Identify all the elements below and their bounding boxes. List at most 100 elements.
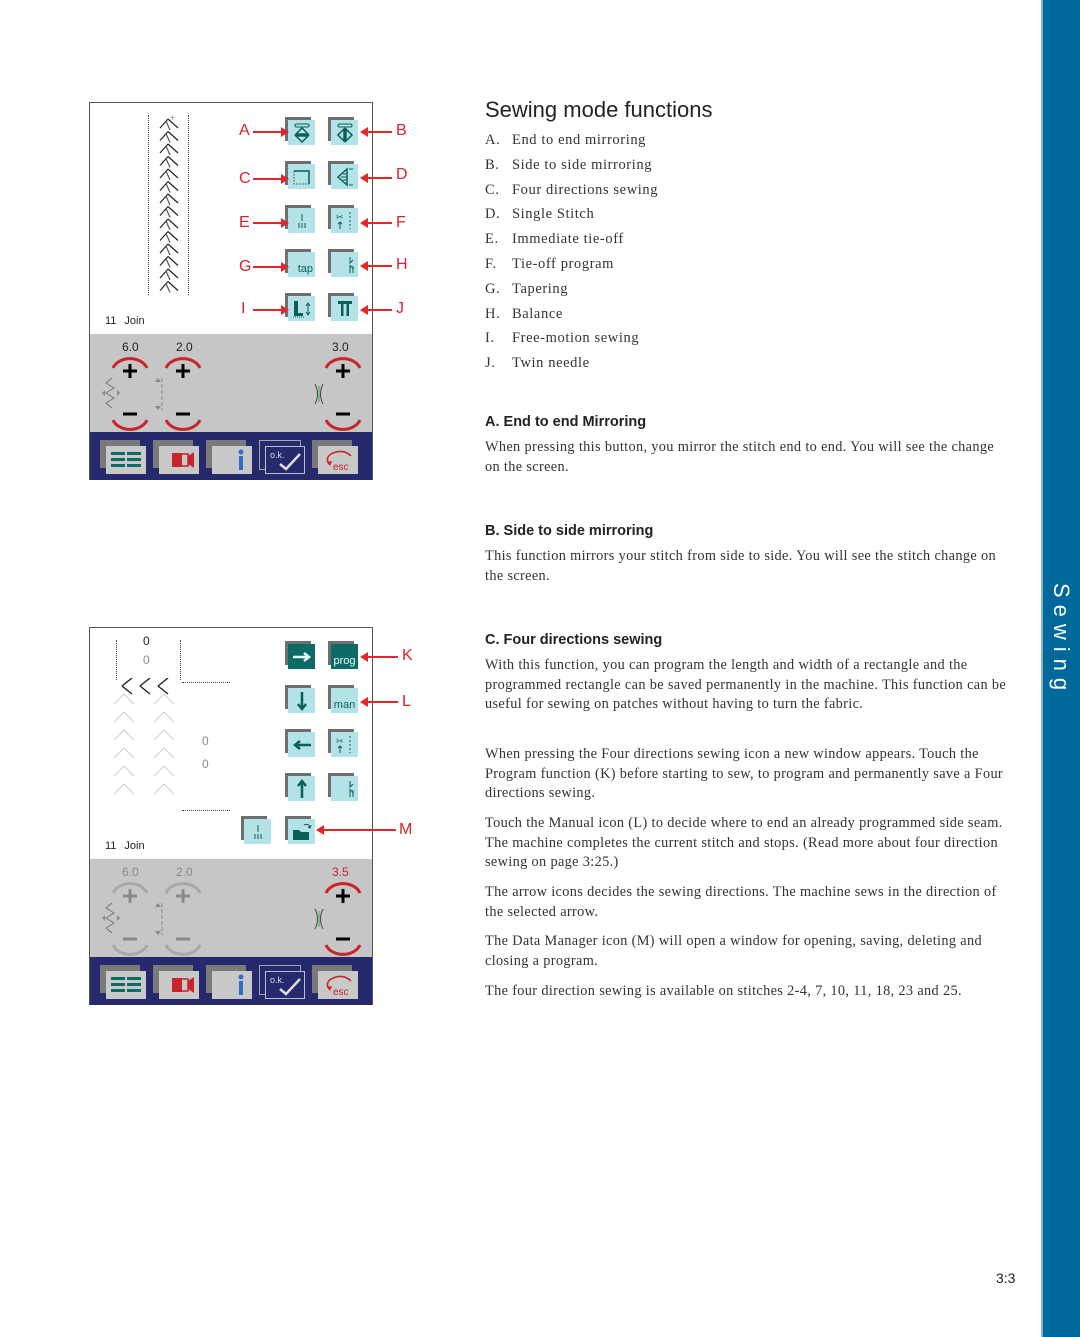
esc-return-icon: esc (326, 450, 352, 472)
side-to-side-mirror-button[interactable] (328, 117, 358, 145)
stitch-segment (167, 206, 179, 216)
section-paragraph: With this function, you can program the … (485, 657, 1007, 713)
bottom-toolbar: o.k. esc (90, 957, 372, 1005)
callout-j: J (396, 300, 404, 317)
arrow-down-button[interactable] (285, 685, 315, 713)
single-stitch-button[interactable] (328, 161, 358, 189)
callout-arrow (360, 305, 392, 315)
four-directions-screen: 0 0 0 0 11 Join prog man ✂ 6.0 2.0 3.5 o… (89, 627, 373, 1005)
stitch-segment (167, 243, 179, 254)
stitch-segment (165, 283, 171, 293)
stitch-segment (113, 729, 125, 741)
length-counter-programmed: 0 (143, 653, 150, 667)
arrow-left-button[interactable] (285, 729, 315, 757)
ok-button[interactable]: o.k. (259, 440, 305, 474)
free-motion-button[interactable] (285, 293, 315, 321)
stitch-menu-button[interactable] (100, 965, 146, 999)
chapter-label: Sewing (1049, 583, 1074, 698)
ok-button[interactable]: o.k. (259, 965, 305, 999)
data-manager-button[interactable] (285, 816, 315, 844)
exit-button[interactable] (153, 440, 199, 474)
info-button[interactable] (206, 440, 252, 474)
stitch-name: 11 Join (105, 840, 145, 852)
callout-m: M (399, 821, 413, 838)
stitch-segment (123, 765, 135, 777)
function-item: J. Twin needle (485, 355, 590, 372)
scissors-tie-off-icon: ✂ (336, 211, 350, 229)
frame-line (116, 640, 117, 680)
callout-arrow (253, 174, 289, 184)
callout-i: I (241, 300, 246, 317)
manual-button[interactable]: man (328, 685, 358, 713)
stitch-segment (153, 783, 165, 795)
tapering-button[interactable]: tap (285, 249, 315, 277)
stitch-segment (153, 693, 165, 705)
stitch-width-value: 6.0 (122, 340, 139, 354)
thread-tension-dial[interactable] (323, 879, 363, 959)
stitch-segment (165, 245, 171, 256)
width-counter-programmed: 0 (202, 757, 209, 771)
thread-tension-icon (314, 383, 324, 405)
stitch-length-dial[interactable] (163, 354, 203, 434)
stitch-width-value: 6.0 (122, 865, 139, 879)
function-item: G. Tapering (485, 280, 569, 297)
page-title: Sewing mode functions (485, 97, 713, 122)
arrow-up-button[interactable] (285, 773, 315, 801)
stitch-segment (123, 729, 135, 741)
info-button[interactable] (206, 965, 252, 999)
plus-minus-dial-icon (164, 882, 202, 956)
tie-off-program-button[interactable]: ✂ (328, 205, 358, 233)
stitch-segment (167, 256, 179, 266)
function-list: A. End to end mirroring B. Side to side mi… (485, 130, 658, 378)
end-to-end-mirror-button[interactable] (285, 117, 315, 145)
stitch-segment (163, 693, 175, 705)
callout-d: D (396, 166, 408, 183)
stitch-boundary-right (188, 115, 189, 295)
twin-needle-button[interactable] (328, 293, 358, 321)
balance-icon (349, 256, 353, 273)
stitch-segment (113, 765, 125, 777)
balance-button[interactable] (328, 773, 358, 801)
thread-tension-dial[interactable] (323, 354, 363, 434)
immediate-tie-off-button[interactable] (285, 205, 315, 233)
balance-button[interactable] (328, 249, 358, 277)
stitch-segment (157, 678, 169, 687)
section-paragraph: The four direction sewing is available o… (485, 983, 962, 999)
callout-arrow (253, 262, 289, 272)
manual-label: man (333, 699, 356, 711)
exit-button[interactable] (153, 965, 199, 999)
function-item: C. Four directions sewing (485, 181, 659, 198)
arrow-left-icon (292, 739, 311, 750)
callout-arrow (360, 218, 392, 228)
four-directions-button[interactable] (285, 161, 315, 189)
tie-off-program-button[interactable]: ✂ (328, 729, 358, 757)
stitch-preview-area: 0 0 0 0 11 Join prog man ✂ (90, 628, 372, 859)
svg-text:o.k.: o.k. (270, 450, 285, 460)
section-heading-end-to-end: A. End to end Mirroring (485, 414, 647, 430)
function-item: H. Balance (485, 305, 563, 322)
side-to-side-mirror-icon (336, 123, 353, 143)
immediate-tie-off-button[interactable] (241, 816, 271, 844)
exit-door-icon (172, 977, 194, 993)
callout-f: F (396, 214, 406, 231)
balance-icon (349, 780, 353, 797)
esc-button[interactable]: esc (312, 965, 358, 999)
width-counter: 0 (202, 734, 209, 748)
function-item: I. Free-motion sewing (485, 330, 640, 347)
info-icon (238, 449, 244, 470)
frame-line (180, 640, 181, 680)
stitch-segment (165, 195, 171, 206)
stitch-segment (121, 678, 133, 687)
stitch-segment (167, 168, 179, 179)
stitch-segment (165, 258, 171, 268)
section-paragraph: When pressing this button, you mirror th… (485, 439, 995, 475)
callout-k: K (402, 647, 413, 664)
arrow-up-icon (296, 778, 307, 798)
esc-button[interactable]: esc (312, 440, 358, 474)
arrow-right-button[interactable] (285, 641, 315, 669)
stitch-menu-button[interactable] (100, 440, 146, 474)
stitch-segment (153, 711, 165, 723)
stitch-segment (167, 181, 179, 191)
program-button[interactable]: prog (328, 641, 358, 669)
thread-tension-value: 3.5 (332, 865, 349, 879)
